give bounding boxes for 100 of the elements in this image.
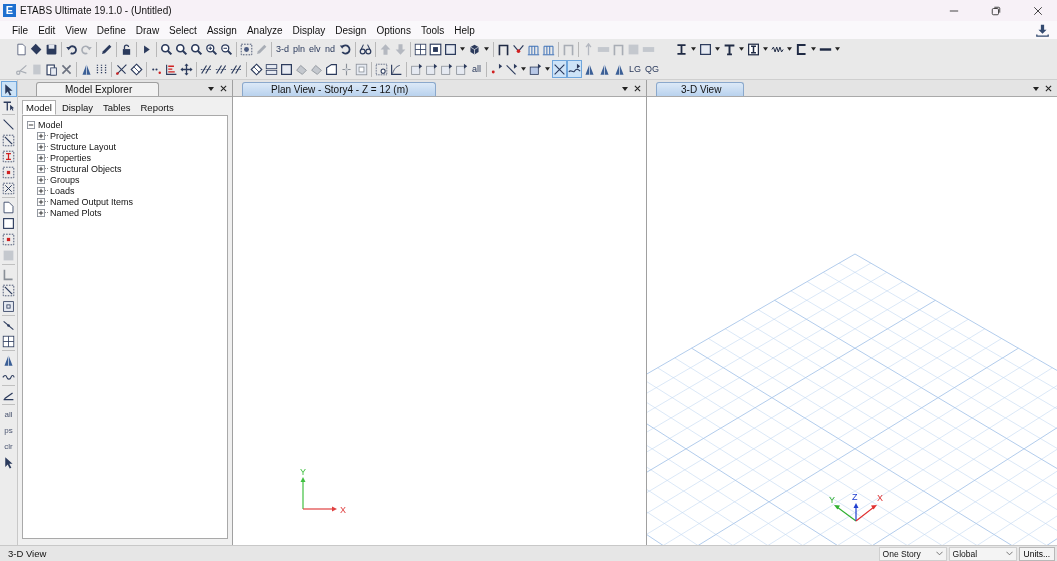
tree-item[interactable]: Project: [50, 130, 78, 141]
grid-button[interactable]: [0, 333, 17, 349]
menu-item[interactable]: File: [7, 24, 34, 36]
menu-item[interactable]: Analyze: [241, 24, 288, 36]
magnifier-icon: [160, 42, 173, 56]
tower-icon: [613, 62, 626, 76]
dashed-square-button[interactable]: [0, 180, 17, 196]
explorer-tab[interactable]: Reports: [136, 100, 178, 115]
toolbar-button[interactable]: clr: [0, 438, 17, 454]
square-icon: [443, 42, 457, 56]
view-tab[interactable]: 3-D View: [656, 82, 745, 96]
close-icon[interactable]: [220, 85, 227, 92]
story-dropdown[interactable]: One Story: [878, 546, 947, 561]
expand-icon[interactable]: [37, 175, 45, 184]
pointer-arrow-button[interactable]: [0, 81, 17, 97]
menu-item[interactable]: Draw: [130, 24, 165, 36]
toolbar-button[interactable]: all: [0, 406, 17, 422]
square-button[interactable]: [0, 298, 17, 314]
four-way-arrow-button[interactable]: [179, 60, 194, 78]
toolbar-button[interactable]: all: [469, 60, 484, 78]
framed-square-icon: [428, 42, 442, 56]
tree-item[interactable]: Named Output Items: [50, 196, 134, 207]
menu-item[interactable]: View: [60, 24, 92, 36]
menu-item[interactable]: Assign: [201, 24, 242, 36]
caret-icon[interactable]: [545, 67, 550, 71]
menu-item[interactable]: Help: [449, 24, 480, 36]
menu-item[interactable]: Edit: [33, 24, 61, 36]
tree-item[interactable]: Groups: [50, 174, 80, 185]
tree-item[interactable]: Structural Objects: [50, 163, 122, 174]
restore-icon[interactable]: [991, 5, 1001, 16]
y-axis-arrow: [300, 477, 306, 510]
tree-item[interactable]: Model: [38, 119, 63, 130]
close-icon[interactable]: [634, 85, 641, 92]
square-button[interactable]: [0, 215, 17, 231]
caret-icon[interactable]: [690, 47, 696, 51]
expand-icon[interactable]: [37, 153, 45, 162]
caret-icon[interactable]: [762, 47, 768, 51]
view-tab[interactable]: Plan View - Story4 - Z = 12 (m): [242, 82, 437, 96]
diamond-button[interactable]: [249, 60, 264, 78]
menu-item[interactable]: Define: [91, 24, 131, 36]
caret-icon[interactable]: [622, 87, 628, 91]
dashed-square-button[interactable]: [0, 231, 17, 247]
menu-item[interactable]: Tools: [415, 24, 450, 36]
close-icon[interactable]: [1033, 5, 1043, 16]
caret-icon[interactable]: [208, 87, 214, 91]
expand-icon[interactable]: [37, 142, 45, 151]
caret-icon[interactable]: [714, 47, 720, 51]
dashed-square-button[interactable]: [0, 148, 17, 164]
toolbar-button[interactable]: QG: [643, 60, 662, 78]
expand-icon[interactable]: [37, 186, 45, 195]
explorer-tab[interactable]: Tables: [99, 100, 135, 115]
toolbar-button[interactable]: 3-d: [274, 40, 291, 58]
diamond-button[interactable]: [129, 60, 144, 78]
menu-item[interactable]: Display: [287, 24, 331, 36]
caret-icon[interactable]: [521, 67, 526, 71]
collapse-icon[interactable]: [27, 120, 35, 129]
i-beam-icon: [674, 42, 688, 56]
toolbar-button[interactable]: pln: [291, 40, 308, 58]
units-button[interactable]: Units...: [1018, 546, 1055, 561]
menu-item[interactable]: Design: [330, 24, 372, 36]
cross-lines-button[interactable]: [552, 60, 567, 78]
panel-tab[interactable]: Model Explorer: [36, 82, 160, 96]
dashed-square-button[interactable]: [0, 132, 17, 148]
square-icon: [280, 62, 293, 76]
caret-icon[interactable]: [459, 47, 465, 51]
caret-icon[interactable]: [834, 47, 840, 51]
axis-label: Y: [300, 467, 306, 477]
toolbar-button[interactable]: nd: [322, 40, 338, 58]
menu-item[interactable]: Options: [371, 24, 416, 36]
expand-icon[interactable]: [37, 164, 45, 173]
caret-icon[interactable]: [810, 47, 816, 51]
caret-icon[interactable]: [1033, 87, 1039, 91]
tree-item[interactable]: Named Plots: [50, 207, 102, 218]
wave-flag-button[interactable]: [567, 60, 582, 78]
menu-item[interactable]: Select: [164, 24, 202, 36]
dotted-square-icon: [375, 62, 388, 76]
z-axis-arrow: [853, 503, 859, 522]
coordinate-system-dropdown[interactable]: Global: [948, 546, 1017, 561]
expand-icon[interactable]: [37, 208, 45, 217]
explorer-tab[interactable]: Display: [57, 100, 98, 115]
expand-icon[interactable]: [37, 197, 45, 206]
dashed-square-button[interactable]: [0, 282, 17, 298]
tree-item[interactable]: Structure Layout: [50, 141, 117, 152]
magnifier-icon: [190, 42, 203, 56]
dashed-square-icon: [2, 149, 15, 163]
tree-item[interactable]: Properties: [50, 152, 92, 163]
caret-icon[interactable]: [483, 47, 489, 51]
caret-icon[interactable]: [786, 47, 792, 51]
toolbar-button[interactable]: ps: [0, 422, 17, 438]
tree-item[interactable]: Loads: [50, 185, 75, 196]
download-icon[interactable]: [1036, 23, 1049, 37]
toolbar-button[interactable]: elv: [307, 40, 323, 58]
pointer-arrow-icon: [2, 82, 15, 96]
dashed-square-button[interactable]: [0, 164, 17, 180]
toolbar-button[interactable]: LG: [627, 60, 643, 78]
close-icon[interactable]: [1045, 85, 1052, 92]
pencil-icon: [255, 42, 268, 56]
caret-icon[interactable]: [738, 47, 744, 51]
expand-icon[interactable]: [37, 131, 45, 140]
explorer-tab[interactable]: Model: [22, 100, 56, 115]
